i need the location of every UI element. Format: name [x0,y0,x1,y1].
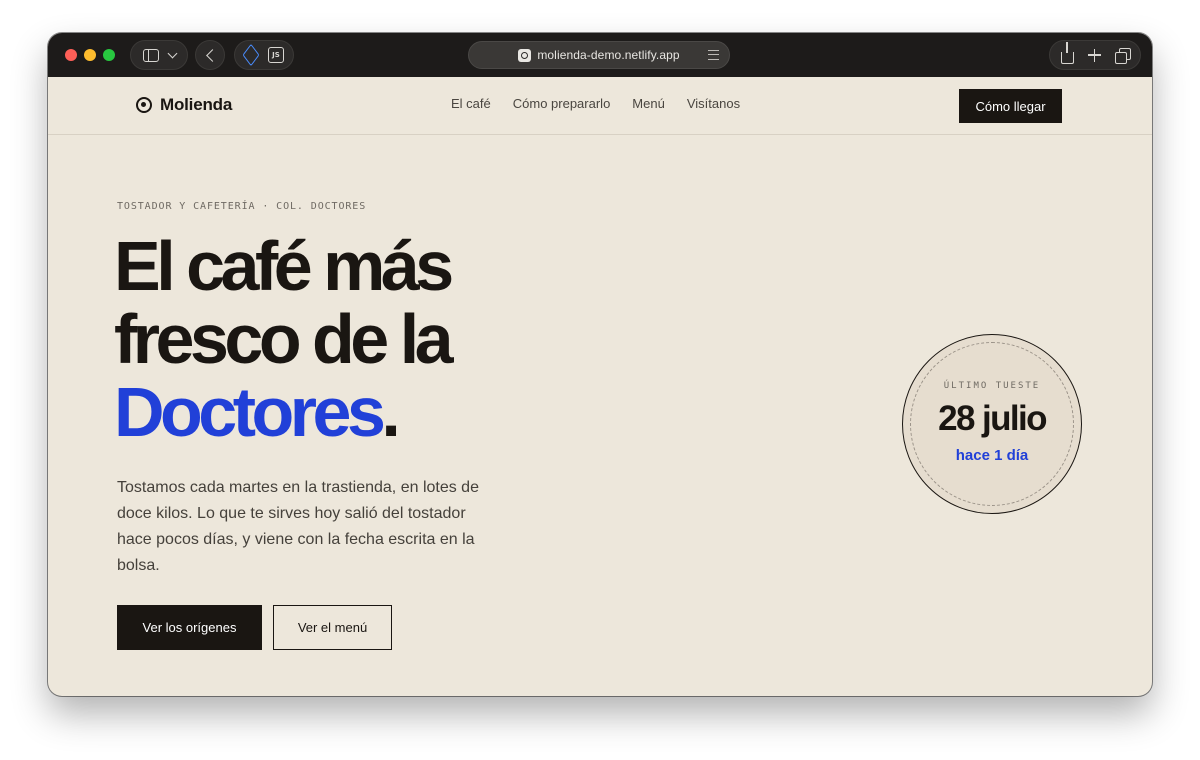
ver-origenes-button[interactable]: Ver los orígenes [117,605,262,650]
reader-icon[interactable] [708,50,719,60]
ver-menu-button[interactable]: Ver el menú [273,605,392,650]
chevron-down-icon [167,48,177,58]
new-tab-icon[interactable] [1088,48,1101,62]
nav-link-como-prepararlo[interactable]: Cómo prepararlo [513,96,611,111]
hero-eyebrow: TOSTADOR Y CAFETERÍA · COL. DOCTORES [117,201,367,212]
browser-toolbar: JS molienda-demo.netlify.app [48,33,1152,77]
roast-badge: ÚLTIMO TUESTE 28 julio hace 1 día [902,334,1082,514]
address-bar[interactable]: molienda-demo.netlify.app [468,41,730,69]
badge-ago: hace 1 día [955,447,1029,464]
share-icon[interactable] [1061,42,1074,64]
como-llegar-button[interactable]: Cómo llegar [959,89,1062,123]
address-url: molienda-demo.netlify.app [537,48,680,62]
sidebar-toggle-button[interactable] [130,40,188,70]
nav-link-menu[interactable]: Menú [632,96,665,111]
back-icon [205,48,219,62]
brand-name: Molienda [160,95,233,114]
nav-link-el-cafe[interactable]: El café [451,96,491,111]
headline-line-1: El café más [114,227,454,305]
toolbar-actions [1049,40,1141,70]
sidebar-icon [142,48,159,62]
site-header: Molienda El café Cómo prepararlo Menú Vi… [48,77,1152,135]
site-logo[interactable]: Molienda [136,95,232,115]
close-window-button[interactable] [65,49,77,61]
headline-accent: Doctores [114,373,386,451]
logo-icon [136,97,152,113]
browser-window: JS molienda-demo.netlify.app Molienda El… [48,33,1152,696]
hero-lead: Tostamos cada martes en la trastienda, e… [117,479,479,574]
extensions-group: JS [234,40,294,70]
headline-period: . [381,373,400,451]
zoom-window-button[interactable] [103,49,115,61]
headline-line-2: fresco de la [114,300,454,378]
nav-link-visitanos[interactable]: Visítanos [687,96,740,111]
js-extension-icon[interactable]: JS [268,47,284,63]
cube-extension-icon[interactable] [242,43,260,67]
back-button[interactable] [195,40,225,70]
badge-date: 28 julio [938,399,1047,438]
minimize-window-button[interactable] [84,49,96,61]
site-favicon-icon [518,48,532,62]
badge-label: ÚLTIMO TUESTE [943,381,1041,391]
hero-headline: El café más fresco de la Doctores. [114,227,454,451]
tabs-overview-icon[interactable] [1115,48,1131,64]
main-nav: El café Cómo prepararlo Menú Visítanos [451,96,740,111]
